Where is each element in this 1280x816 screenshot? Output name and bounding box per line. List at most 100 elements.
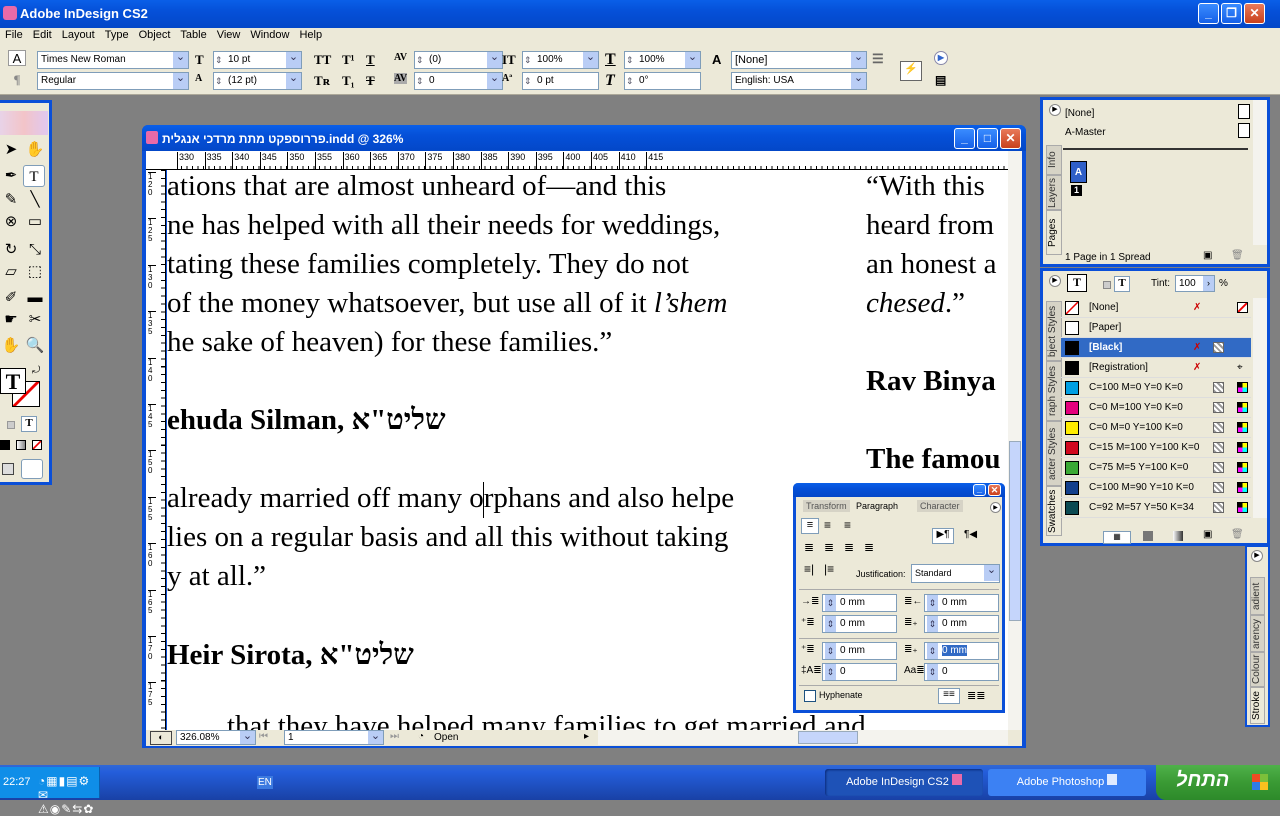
hand-tool[interactable]: ✋ [0, 335, 22, 357]
show-all-swatches-icon[interactable]: ▦ [1103, 531, 1131, 544]
body-text-line[interactable]: tating these families completely. They d… [167, 248, 689, 281]
tab-stroke[interactable]: Stroke [1250, 687, 1265, 724]
formatting-container-button[interactable] [7, 421, 15, 429]
body-text-line[interactable]: that they have helped many families to g… [227, 710, 866, 730]
menu-layout[interactable]: Layout [57, 28, 100, 45]
zoom-field[interactable]: 326.08% [176, 730, 256, 745]
swatch-item[interactable]: C=100 M=0 Y=0 K=0 [1061, 378, 1251, 398]
paragraph-mode-icon[interactable]: ¶ [8, 72, 26, 88]
left-indent-field[interactable]: 0 mm [822, 594, 897, 612]
apply-color-button[interactable] [0, 440, 10, 450]
master-a[interactable]: A-Master [1065, 127, 1106, 138]
close-button[interactable]: ✕ [1244, 3, 1265, 24]
scissors-tool[interactable]: ✂ [24, 309, 46, 331]
menu-object[interactable]: Object [134, 28, 176, 45]
master-a-thumb[interactable] [1238, 123, 1250, 138]
normal-view-button[interactable] [2, 463, 14, 475]
align-away-spine-button[interactable]: |≡ [824, 562, 834, 576]
strikethrough-button[interactable]: T [366, 73, 375, 89]
formatting-text-button[interactable]: T [21, 416, 37, 432]
master-none[interactable]: [None] [1065, 108, 1094, 119]
menu-help[interactable]: Help [294, 28, 327, 45]
body-text-line[interactable]: already married off many orphans and als… [167, 482, 734, 515]
right-column-line[interactable]: heard from [866, 209, 994, 242]
delete-swatch-icon[interactable]: 🗑 [1231, 529, 1244, 540]
delete-page-icon[interactable]: 🗑 [1231, 250, 1244, 261]
swatch-item[interactable]: C=100 M=90 Y=10 K=0 [1061, 478, 1251, 498]
ltr-direction-button[interactable]: ▶¶ [932, 528, 954, 544]
zoom-tool[interactable]: 🔍 [24, 335, 46, 357]
swatch-item[interactable]: [Paper] [1061, 318, 1251, 338]
apply-none-button[interactable] [32, 440, 42, 450]
tab-pages[interactable]: Pages [1046, 210, 1062, 255]
selection-tool[interactable]: ➤ [0, 139, 22, 161]
type-tool[interactable]: T [23, 165, 45, 187]
tracking-field[interactable]: 0 [414, 72, 503, 90]
start-button[interactable]: התחל [1156, 765, 1280, 800]
align-center-button[interactable]: ≡ [824, 518, 831, 532]
hyphenate-checkbox[interactable] [804, 690, 816, 702]
justification-select[interactable]: Standard [911, 564, 1000, 583]
status-menu-arrow[interactable]: ▸ [584, 731, 589, 742]
do-not-align-grid-button[interactable]: ≡≡ [938, 688, 960, 704]
rectangle-tool[interactable]: ▭ [24, 211, 46, 233]
apply-gradient-button[interactable] [16, 440, 26, 450]
small-caps-button[interactable]: Tʀ [314, 73, 330, 89]
style-options-icon[interactable]: ☰ [872, 51, 884, 67]
body-text-line[interactable]: ne has helped with all their needs for w… [167, 209, 720, 242]
eyedropper-tool[interactable]: ✐ [0, 287, 22, 309]
body-text-line[interactable]: ations that are almost unheard of—and th… [167, 170, 666, 203]
preview-view-button[interactable] [21, 459, 43, 479]
justify-left-button[interactable]: ≣ [804, 540, 814, 554]
language-indicator[interactable]: EN [257, 776, 273, 789]
pen-tool[interactable]: ✒ [0, 165, 22, 187]
skew-field[interactable]: 0° [624, 72, 701, 90]
right-column-line[interactable]: “With this [866, 170, 985, 203]
pasteboard-toggle-icon[interactable]: ◐ [150, 731, 172, 745]
fill-stroke-icon[interactable]: T [1067, 274, 1087, 292]
toggle-panels-icon[interactable]: ▤ [935, 73, 946, 88]
last-line-indent-field[interactable]: 0 mm [924, 615, 999, 633]
right-column-line[interactable]: an honest a [866, 248, 996, 281]
panel-minimize-button[interactable]: _ [973, 484, 986, 496]
swatch-item[interactable]: C=0 M=0 Y=100 K=0 [1061, 418, 1251, 438]
underline-button[interactable]: T [366, 52, 375, 68]
swatches-scrollbar[interactable] [1253, 298, 1267, 518]
page-thumbnail[interactable]: A [1070, 161, 1087, 183]
swatch-item[interactable]: C=0 M=100 Y=0 K=0 [1061, 398, 1251, 418]
swatch-item[interactable]: [Black] ✗ [1061, 338, 1251, 358]
swatch-item[interactable]: [None] ✗ [1061, 298, 1251, 318]
task-photoshop[interactable]: Adobe Photoshop [988, 769, 1146, 796]
drop-cap-lines-field[interactable]: 0 [822, 663, 897, 681]
container-toggle[interactable] [1103, 281, 1111, 289]
justify-right-button[interactable]: ≣ [844, 540, 854, 554]
rotate-tool[interactable]: ↻ [0, 239, 22, 261]
shear-tool[interactable]: ▱ [0, 261, 22, 283]
character-mode-icon[interactable]: A [8, 50, 26, 66]
button-tool[interactable]: ☛ [0, 309, 22, 331]
align-right-button[interactable]: ≡ [844, 518, 851, 532]
panel-menu-icon[interactable]: ▶ [1049, 275, 1061, 287]
right-column-heading[interactable]: Rav Binya [866, 365, 996, 398]
swatch-item[interactable]: C=92 M=57 Y=50 K=34 [1061, 498, 1251, 518]
quick-apply-icon[interactable]: ⚡ [900, 61, 922, 81]
new-swatch-icon[interactable]: ▣ [1203, 529, 1212, 540]
new-page-icon[interactable]: ▣ [1203, 250, 1212, 261]
font-style-select[interactable]: Regular [37, 72, 189, 90]
tab-layers[interactable]: Layers [1046, 175, 1062, 210]
line-tool[interactable]: ╲ [24, 189, 46, 211]
show-color-swatches-icon[interactable] [1143, 531, 1153, 541]
horizontal-scale-field[interactable]: 100% [624, 51, 701, 69]
swatch-item[interactable]: C=75 M=5 Y=100 K=0 [1061, 458, 1251, 478]
panel-menu-icon[interactable]: ▶ [990, 502, 1001, 513]
character-style-select[interactable]: [None] [731, 51, 867, 69]
language-select[interactable]: English: USA [731, 72, 867, 90]
menu-view[interactable]: View [212, 28, 246, 45]
justify-center-button[interactable]: ≣ [824, 540, 834, 554]
version-status[interactable]: Open [434, 732, 458, 743]
swatch-item[interactable]: C=15 M=100 Y=100 K=0 [1061, 438, 1251, 458]
body-text-line[interactable]: lies on a regular basis and all this wit… [167, 521, 728, 554]
clock[interactable]: 22:27 [3, 776, 31, 788]
ellipse-frame-tool[interactable]: ⊗ [0, 211, 22, 233]
align-grid-button[interactable]: ≣≣ [967, 689, 985, 702]
